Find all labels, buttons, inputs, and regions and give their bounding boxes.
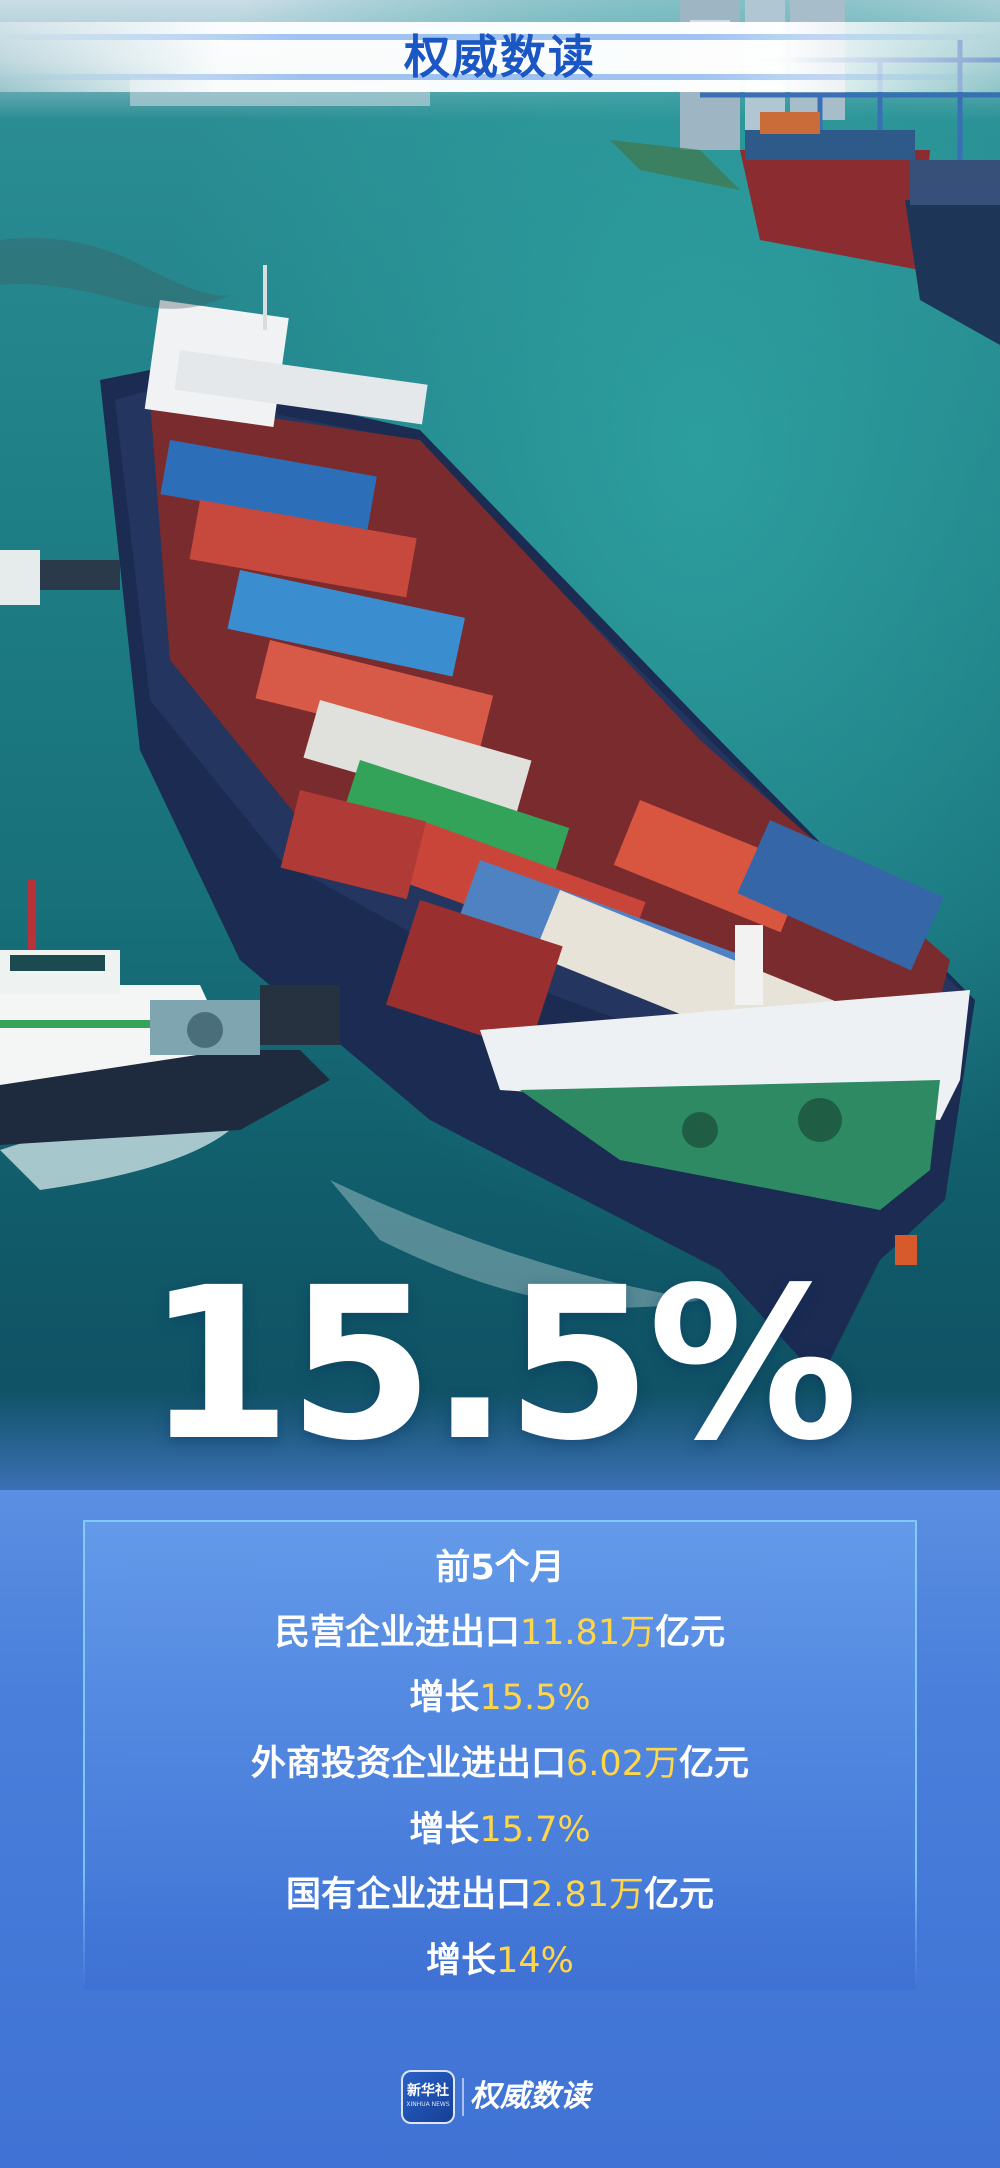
stat-private-value: 民营企业进出口11.81万亿元 [0, 1608, 1000, 1658]
foreign-growth-label: 增长 [409, 1810, 480, 1850]
footer-brand: 权威数读 [470, 2079, 590, 2114]
private-amount: 11.81万 [519, 1613, 656, 1653]
stat-foreign-value: 外商投资企业进出口6.02万亿元 [0, 1739, 1000, 1789]
foreign-label: 外商投资企业进出口 [251, 1744, 567, 1784]
private-unit: 亿元 [655, 1613, 726, 1653]
stat-period: 前5个月 [0, 1543, 1000, 1593]
private-growth-label: 增长 [409, 1678, 480, 1718]
logo-cn-text: 新华社 [407, 2083, 449, 2099]
xinhua-logo: 新华社 XINHUA NEWS [401, 2070, 455, 2124]
private-label: 民营企业进出口 [274, 1613, 520, 1653]
state-amount: 2.81万 [531, 1875, 644, 1915]
page-title: 权威数读 [404, 30, 596, 84]
state-label: 国有企业进出口 [286, 1875, 532, 1915]
main-ship [100, 265, 975, 1380]
stat-state-value: 国有企业进出口2.81万亿元 [0, 1870, 1000, 1920]
state-growth-label: 增长 [426, 1941, 497, 1981]
headline-number: 15.5% [145, 1242, 859, 1487]
stat-state-growth: 增长14% [0, 1936, 1000, 1986]
smoke [0, 238, 230, 309]
foreign-growth-value: 15.7% [479, 1810, 591, 1850]
stat-private-growth: 增长15.5% [0, 1673, 1000, 1723]
private-growth-value: 15.5% [479, 1678, 591, 1718]
logo-en-text: XINHUA NEWS [406, 2101, 450, 2108]
foreign-amount: 6.02万 [566, 1744, 679, 1784]
state-growth-value: 14% [496, 1941, 574, 1981]
period-text: 前5个月 [435, 1548, 565, 1588]
footer-divider [462, 2078, 464, 2116]
stat-foreign-growth: 增长15.7% [0, 1805, 1000, 1855]
poster: 权威数读 15.5% 前5个月 民营企业进出口11.81万亿元 增长15.5% … [0, 0, 1000, 2168]
state-unit: 亿元 [643, 1875, 714, 1915]
foreign-unit: 亿元 [678, 1744, 749, 1784]
small-tug [0, 550, 120, 605]
